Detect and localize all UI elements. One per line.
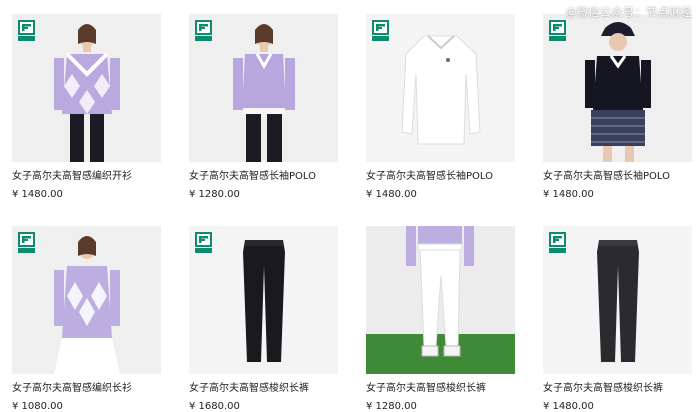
model-figure: [366, 226, 515, 374]
product-image[interactable]: [12, 14, 161, 162]
product-price: ¥ 1280.00: [366, 401, 417, 412]
fila-golf-logo-icon: [195, 20, 212, 41]
product-card[interactable]: 女子高尔夫高智感长袖POLO ¥ 1280.00: [189, 14, 338, 200]
product-name[interactable]: 女子高尔夫高智感长袖POLO: [366, 167, 515, 182]
product-image[interactable]: [12, 226, 161, 374]
product-image[interactable]: [543, 226, 692, 374]
product-card[interactable]: 女子高尔夫高智感长袖POLO ¥ 1480.00: [543, 14, 692, 200]
product-price: ¥ 1280.00: [189, 189, 240, 200]
product-card[interactable]: 女子高尔夫高智感梭织长裤 ¥ 1280.00: [366, 226, 515, 412]
product-price: ¥ 1480.00: [543, 189, 594, 200]
fila-golf-logo-icon: [372, 20, 389, 41]
product-name[interactable]: 女子高尔夫高智感编织开衫: [12, 167, 161, 182]
product-name[interactable]: 女子高尔夫高智感长袖POLO: [189, 167, 338, 182]
product-image[interactable]: [366, 226, 515, 374]
product-image[interactable]: [189, 226, 338, 374]
product-card[interactable]: 女子高尔夫高智感长袖POLO ¥ 1480.00: [366, 14, 515, 200]
product-price: ¥ 1480.00: [12, 189, 63, 200]
watermark: @微信公众号：节点财经: [565, 6, 692, 19]
fila-golf-logo-icon: [18, 20, 35, 41]
product-card[interactable]: 女子高尔夫高智感梭织长裤 ¥ 1480.00: [543, 226, 692, 412]
product-price: ¥ 1480.00: [543, 401, 594, 412]
product-name[interactable]: 女子高尔夫高智感长袖POLO: [543, 167, 692, 182]
product-price: ¥ 1680.00: [189, 401, 240, 412]
product-name[interactable]: 女子高尔夫高智感编织长衫: [12, 379, 161, 394]
fila-golf-logo-icon: [195, 232, 212, 253]
product-image[interactable]: [366, 14, 515, 162]
product-price: ¥ 1080.00: [12, 401, 63, 412]
fila-golf-logo-icon: [549, 232, 566, 253]
product-image[interactable]: [543, 14, 692, 162]
product-name[interactable]: 女子高尔夫高智感梭织长裤: [366, 379, 515, 394]
product-grid: 女子高尔夫高智感编织开衫 ¥ 1480.00 女子高尔夫高智感长袖POLO ¥ …: [12, 14, 692, 412]
product-card[interactable]: 女子高尔夫高智感编织长衫 ¥ 1080.00: [12, 226, 161, 412]
product-card[interactable]: 女子高尔夫高智感梭织长裤 ¥ 1680.00: [189, 226, 338, 412]
product-name[interactable]: 女子高尔夫高智感梭织长裤: [189, 379, 338, 394]
product-card[interactable]: 女子高尔夫高智感编织开衫 ¥ 1480.00: [12, 14, 161, 200]
product-name[interactable]: 女子高尔夫高智感梭织长裤: [543, 379, 692, 394]
fila-golf-logo-icon: [549, 20, 566, 41]
fila-golf-logo-icon: [18, 232, 35, 253]
product-price: ¥ 1480.00: [366, 189, 417, 200]
product-image[interactable]: [189, 14, 338, 162]
